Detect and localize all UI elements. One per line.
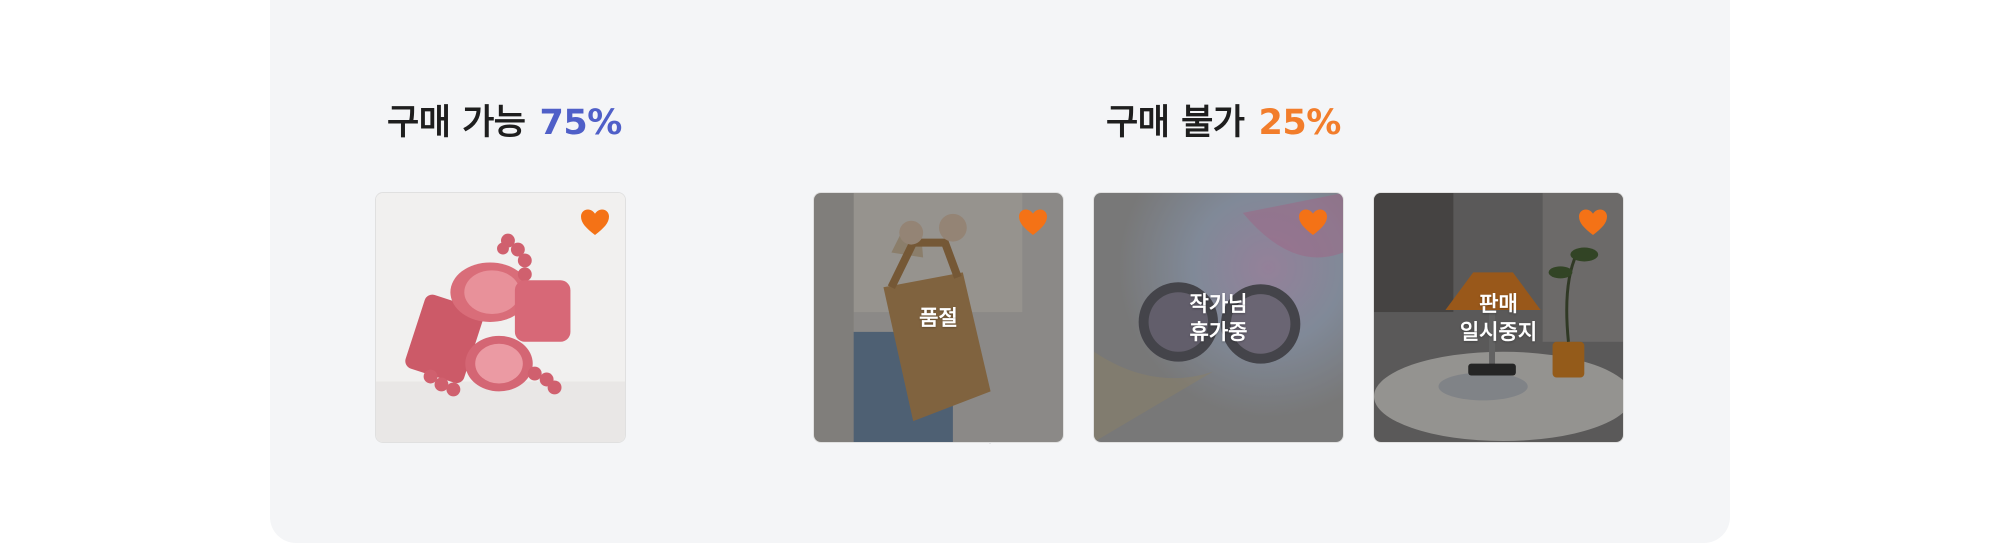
product-status-label: 품절 xyxy=(919,305,958,330)
product-status-label: 판매 일시중지 xyxy=(1459,291,1538,344)
available-heading: 구매 가능 75% xyxy=(387,98,622,148)
available-label: 구매 가능 xyxy=(387,103,526,143)
product-card-lamp[interactable]: 판매 일시중지 xyxy=(1373,192,1624,443)
unavailable-percent: 25% xyxy=(1258,103,1342,143)
heart-icon[interactable] xyxy=(1017,207,1049,237)
heart-icon[interactable] xyxy=(579,207,611,237)
product-card-bag[interactable]: 품절 xyxy=(813,192,1064,443)
product-status-label: 작가님 휴가중 xyxy=(1189,291,1248,344)
product-card-mugs[interactable] xyxy=(375,192,626,443)
purchase-status-panel: 구매 가능 75% 구매 불가 25% 품절 작가님 휴가중 판매 일시중지 xyxy=(270,0,1730,543)
available-percent: 75% xyxy=(539,103,623,143)
heart-icon[interactable] xyxy=(1297,207,1329,237)
heart-icon[interactable] xyxy=(1577,207,1609,237)
unavailable-heading: 구매 불가 25% xyxy=(1106,98,1341,148)
unavailable-label: 구매 불가 xyxy=(1106,103,1245,143)
product-card-earrings[interactable]: 작가님 휴가중 xyxy=(1093,192,1344,443)
